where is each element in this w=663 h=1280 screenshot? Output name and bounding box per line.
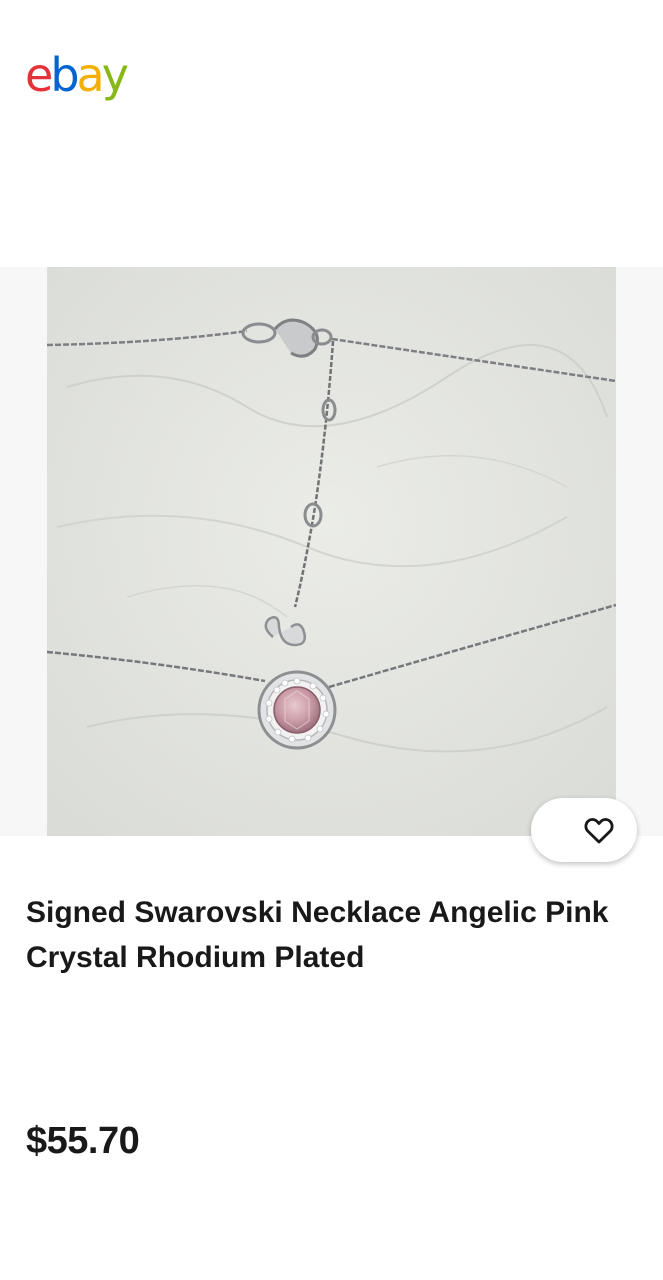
product-photo[interactable] — [47, 267, 616, 836]
product-image-area — [0, 267, 663, 836]
watch-button[interactable] — [531, 798, 637, 862]
ebay-logo[interactable]: ebay — [25, 52, 129, 98]
listing-price: $55.70 — [26, 1120, 140, 1162]
listing-title: Signed Swarovski Necklace Angelic Pink C… — [26, 896, 609, 974]
listing-page: ebay Signed Swarovski Necklace Angelic P… — [0, 0, 663, 1280]
necklace-photo-graphic — [47, 267, 616, 836]
logo-letter-e: e — [25, 48, 53, 102]
heart-icon — [584, 818, 614, 844]
logo-letter-a: a — [76, 48, 105, 102]
logo-letter-y: y — [101, 48, 129, 102]
logo-letter-b: b — [50, 48, 79, 102]
